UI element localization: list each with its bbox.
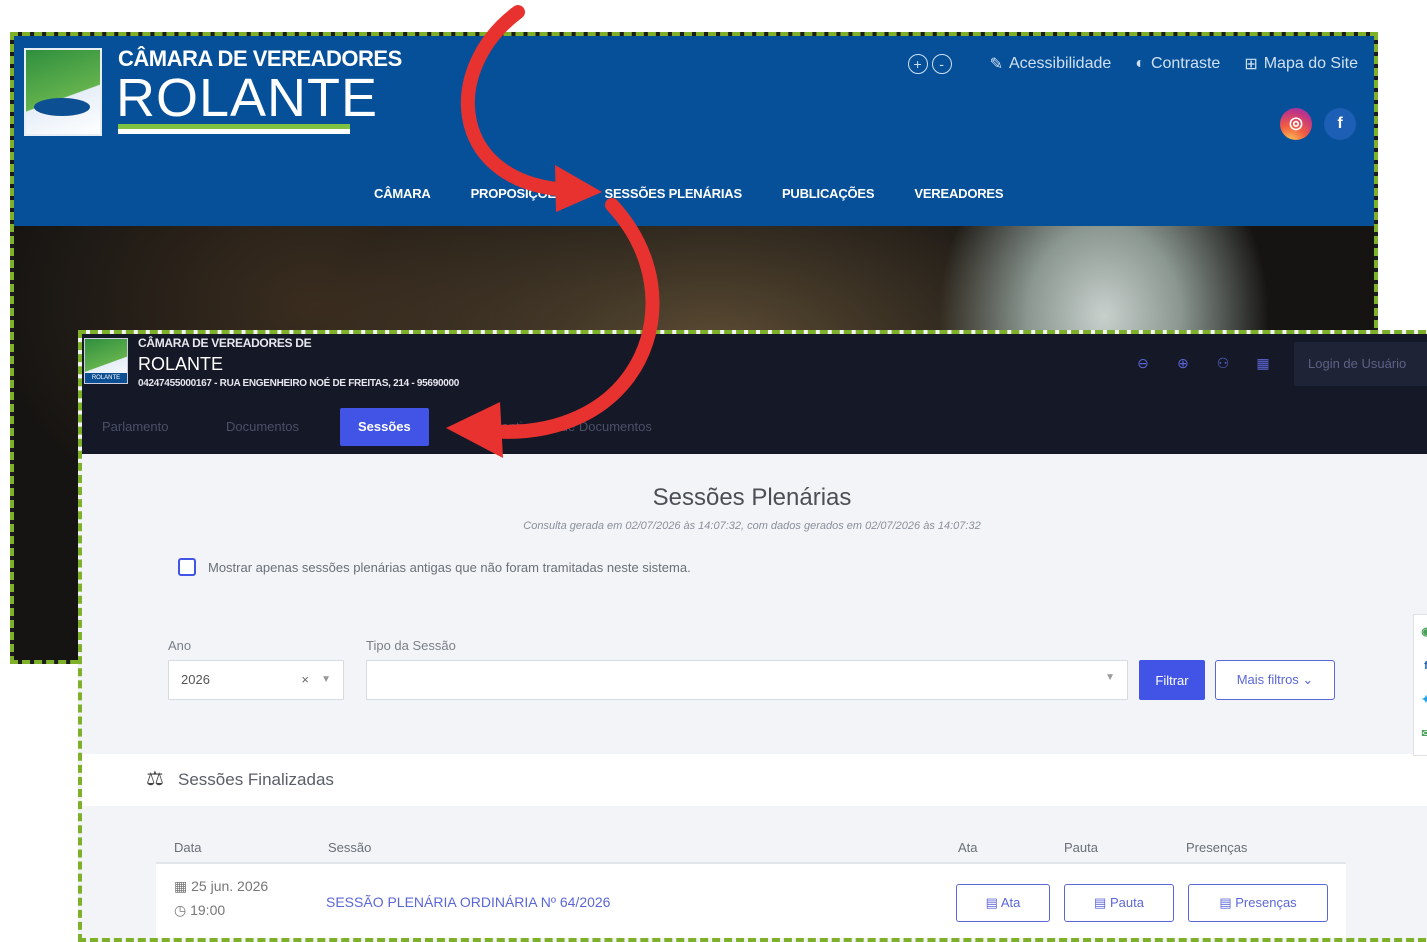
system-header-icons: ⊖ ⊕ ⚇ ▦: [1134, 354, 1272, 372]
system-title-big: ROLANTE: [138, 354, 224, 374]
clear-icon[interactable]: ×: [301, 661, 309, 699]
contraste-label: Contraste: [1150, 55, 1221, 72]
old-site-header: CÂMARA DE VEREADORES ROLANTE + - ✎ Acess…: [14, 36, 1374, 226]
contrast-icon: ◐: [1135, 55, 1145, 72]
apps-grid-icon[interactable]: ▦: [1254, 354, 1272, 372]
old-sessions-checkbox[interactable]: [178, 558, 196, 576]
tab-sessoes[interactable]: Sessões: [340, 408, 429, 446]
document-icon: ▤: [1219, 895, 1232, 910]
ata-button[interactable]: ▤ Ata: [956, 884, 1050, 922]
session-time-value: 19:00: [190, 902, 226, 918]
tipo-sessao-select[interactable]: ▼: [366, 660, 1128, 700]
column-header-presencas: Presenças: [1186, 840, 1248, 855]
ano-select[interactable]: 2026 × ▼: [168, 660, 344, 700]
old-site-logo-line2: ROLANTE: [116, 68, 379, 128]
login-button[interactable]: Login de Usuário: [1294, 342, 1427, 386]
filtrar-button[interactable]: Filtrar: [1139, 660, 1205, 700]
zoom-controls: + -: [907, 54, 952, 74]
old-site-logo-underline: [118, 124, 350, 134]
accessibility-icon[interactable]: ⚇: [1214, 354, 1232, 372]
column-header-pauta: Pauta: [1064, 840, 1098, 855]
tipo-sessao-label: Tipo da Sessão: [366, 638, 456, 653]
column-header-ata: Ata: [958, 840, 978, 855]
document-icon: ▤: [985, 895, 998, 910]
menu-sessoes-plenarias[interactable]: SESSÕES PLENÁRIAS: [604, 186, 742, 201]
acessibilidade-link[interactable]: ✎ Acessibilidade: [990, 54, 1112, 74]
calendar-icon: ▦: [174, 878, 188, 894]
session-time: ◷ 19:00: [174, 902, 225, 919]
sessions-content: Sessões Plenárias Consulta gerada em 02/…: [82, 454, 1427, 938]
presencas-button[interactable]: ▤ Presenças: [1188, 884, 1328, 922]
old-site-main-menu: CÂMARA PROPOSIÇÕES SESSÕES PLENÁRIAS PUB…: [374, 186, 1004, 201]
old-site-logo-icon: [24, 48, 102, 136]
system-tabs: Parlamento Documentos Sessões Autenticaç…: [82, 396, 1427, 454]
presencas-button-label: Presenças: [1235, 895, 1297, 910]
mapa-do-site-link[interactable]: ⊞ Mapa do Site: [1244, 54, 1358, 74]
gavel-icon: ⚖: [146, 768, 164, 790]
pauta-button-label: Pauta: [1109, 895, 1144, 910]
old-sessions-checkbox-label: Mostrar apenas sessões plenárias antigas…: [208, 560, 691, 575]
document-icon: ▤: [1094, 895, 1107, 910]
page-subtitle: Consulta gerada em 02/07/2026 às 14:07:3…: [523, 520, 981, 532]
column-header-data: Data: [174, 840, 202, 855]
zoom-in-icon[interactable]: ⊕: [1174, 354, 1192, 372]
email-icon[interactable]: ✉: [1414, 717, 1427, 751]
sessoes-finalizadas-header: ⚖ Sessões Finalizadas: [82, 754, 1427, 806]
clock-icon: ◷: [174, 902, 187, 918]
social-links: ◎ f: [1280, 108, 1356, 140]
mais-filtros-button[interactable]: Mais filtros ⌄: [1215, 660, 1335, 700]
zoom-out-icon[interactable]: -: [931, 54, 952, 74]
tab-documentos[interactable]: Documentos: [226, 408, 299, 446]
chevron-down-icon: ▼: [321, 674, 331, 685]
accessibility-icon: ✎: [989, 56, 1003, 73]
tab-parlamento[interactable]: Parlamento: [102, 408, 168, 446]
system-title-small: CÂMARA DE VEREADORES DE: [138, 336, 312, 350]
zoom-in-icon[interactable]: +: [907, 54, 928, 74]
tab-autenticacao[interactable]: Autenticação de Documentos: [482, 408, 652, 446]
old-site-tools: + - ✎ Acessibilidade ◐ Contraste ⊞ Mapa …: [907, 54, 1358, 74]
system-header: ROLANTE CÂMARA DE VEREADORES DE ROLANTE …: [82, 334, 1427, 396]
page-title: Sessões Plenárias: [652, 484, 852, 511]
mapa-label: Mapa do Site: [1263, 55, 1358, 72]
ata-button-label: Ata: [1000, 895, 1021, 910]
table-row: ▦ 25 jun. 2026 ◷ 19:00 SESSÃO PLENÁRIA O…: [156, 862, 1346, 938]
instagram-icon[interactable]: ◎: [1280, 108, 1312, 140]
sitemap-icon: ⊞: [1244, 56, 1258, 73]
menu-publicacoes[interactable]: PUBLICAÇÕES: [782, 186, 875, 201]
session-date-value: 25 jun. 2026: [191, 878, 269, 894]
twitter-icon[interactable]: ✦: [1414, 683, 1427, 717]
share-sidebar: ◉ f ✦ ✉: [1413, 614, 1427, 756]
facebook-share-icon[interactable]: f: [1414, 649, 1427, 683]
sessions-system-window: ROLANTE CÂMARA DE VEREADORES DE ROLANTE …: [78, 330, 1427, 942]
system-address: 04247455000167 - RUA ENGENHEIRO NOÉ DE F…: [138, 378, 460, 389]
session-date: ▦ 25 jun. 2026: [174, 878, 268, 895]
session-link[interactable]: SESSÃO PLENÁRIA ORDINÁRIA Nº 64/2026: [326, 894, 610, 910]
system-logo-caption: ROLANTE: [85, 373, 127, 383]
chevron-down-icon: ▼: [1105, 672, 1115, 683]
menu-vereadores[interactable]: VEREADORES: [914, 186, 1003, 201]
sessoes-finalizadas-title: Sessões Finalizadas: [178, 770, 334, 789]
menu-camara[interactable]: CÂMARA: [374, 186, 431, 201]
whatsapp-icon[interactable]: ◉: [1414, 615, 1427, 649]
menu-proposicoes[interactable]: PROPOSIÇÕES: [471, 186, 565, 201]
zoom-out-icon[interactable]: ⊖: [1134, 354, 1152, 372]
contraste-link[interactable]: ◐ Contraste: [1135, 55, 1220, 73]
pauta-button[interactable]: ▤ Pauta: [1064, 884, 1174, 922]
ano-label: Ano: [168, 638, 192, 653]
facebook-icon[interactable]: f: [1324, 108, 1356, 140]
ano-select-value: 2026: [181, 672, 210, 687]
acessibilidade-label: Acessibilidade: [1008, 55, 1112, 72]
system-logo-icon: ROLANTE: [84, 338, 128, 384]
column-header-sessao: Sessão: [328, 840, 372, 855]
